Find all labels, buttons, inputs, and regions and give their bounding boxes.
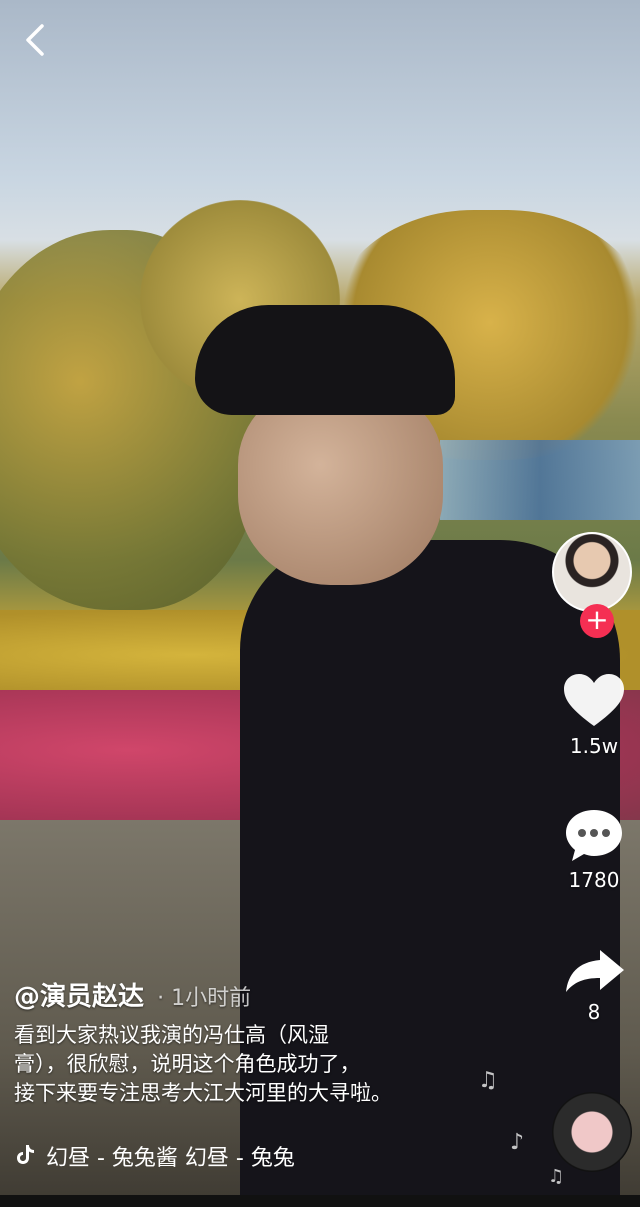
comment-button[interactable]: 1780 (548, 806, 640, 892)
like-count: 1.5w (569, 734, 619, 758)
music-marquee[interactable]: 幻昼 - 兔兔酱 幻昼 - 兔兔 (14, 1140, 354, 1176)
video-screen[interactable]: + 1.5w 1780 8 @演员赵达 · 1小时前 看到大家热议我演的冯仕高（… (0, 0, 640, 1207)
caption-text: 看到大家热议我演的冯仕高（风湿 膏），很欣慰，说明这个角色成功了， 接下来要专注… (14, 1021, 524, 1108)
caption-line: 看到大家热议我演的冯仕高（风湿 (14, 1023, 329, 1047)
tiktok-note-icon (14, 1143, 36, 1171)
back-button[interactable] (18, 20, 54, 60)
post-time: · 1小时前 (157, 986, 252, 1011)
music-note-icon: ♫ (548, 1166, 565, 1187)
creator-avatar-button[interactable]: + (552, 532, 636, 638)
share-count: 8 (587, 1000, 601, 1024)
share-button[interactable]: 8 (548, 946, 640, 1024)
caption-line: 膏），很欣慰，说明这个角色成功了， (14, 1052, 361, 1076)
like-button[interactable]: 1.5w (548, 672, 640, 758)
background-wall (440, 440, 640, 520)
chevron-left-icon (26, 24, 44, 56)
video-caption: @演员赵达 · 1小时前 看到大家热议我演的冯仕高（风湿 膏），很欣慰，说明这个… (14, 976, 524, 1108)
person-face (238, 385, 443, 585)
music-note-icon: ♪ (510, 1130, 525, 1155)
share-icon (566, 950, 624, 992)
music-note-icon: ♫ (478, 1068, 498, 1093)
comment-icon (566, 810, 622, 861)
author-name[interactable]: @演员赵达 (14, 982, 144, 1012)
follow-button[interactable]: + (580, 604, 614, 638)
music-title: 幻昼 - 兔兔酱 幻昼 - 兔兔 (46, 1146, 295, 1171)
person-cap (195, 305, 455, 415)
avatar[interactable] (552, 532, 632, 612)
caption-line: 接下来要专注思考大江大河里的大寻啦。 (14, 1081, 392, 1105)
heart-icon (564, 674, 624, 726)
comment-count: 1780 (568, 868, 620, 892)
bottom-bar (0, 1195, 640, 1207)
music-disc-button[interactable] (552, 1092, 632, 1172)
